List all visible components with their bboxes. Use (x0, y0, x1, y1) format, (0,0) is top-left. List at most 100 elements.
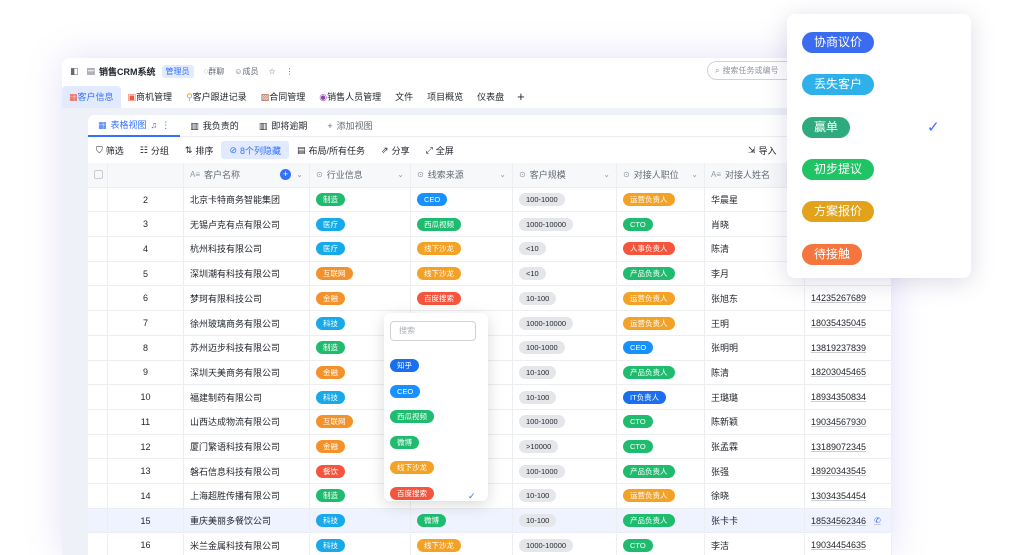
group-chat-link[interactable]: ◌群聊 (204, 66, 225, 77)
table-row[interactable]: 12 厦门繁语科技有限公司 金融 >10000 CTO 张孟霖 13189072345 (88, 434, 892, 460)
add-view-button[interactable]: + 添加视图 (317, 115, 382, 137)
tag-pill: 10-100 (519, 489, 557, 503)
stage-option[interactable]: 丢失客户 (802, 74, 875, 96)
table-row[interactable]: 6 梦珂有限科技公司 金融 百度搜索 10-100 运营负责人 张旭东 14235267689 (88, 286, 892, 312)
dropdown-option[interactable]: 知乎 (390, 355, 419, 373)
header-cell-chk (88, 163, 108, 187)
cell-name: 无锡卢克有点有限公司 (184, 212, 310, 237)
star-icon[interactable]: ☆ (268, 67, 275, 76)
table-row[interactable]: 10 福建制药有限公司 科技 10-100 IT负责人 王璐璐 18934350834 (88, 385, 892, 410)
cell-ind: 科技 (310, 533, 411, 555)
column-header-label[interactable]: 客户名称 (204, 168, 240, 181)
cell-chk (88, 360, 108, 385)
sidebar-toggle-icon[interactable]: ◧ (70, 66, 79, 77)
tab-mine[interactable]: ▥ 我负责的 (180, 115, 249, 137)
tag-pill: 互联网 (316, 267, 353, 281)
more-icon[interactable]: ⋮ (286, 67, 294, 76)
tag-pill: 100-1000 (519, 193, 565, 207)
table-row[interactable]: 8 苏州迈步科技有限公司 制造 100-1000 CEO 张明明 13819237839 (88, 335, 892, 361)
menu-customer-info[interactable]: ▦客户信息 (62, 86, 121, 108)
column-header-label[interactable]: 线索来源 (428, 168, 464, 181)
cell-contact: 张强 (705, 459, 805, 484)
table-row[interactable]: 15 重庆美丽多餐饮公司 科技 微博 10-100 产品负责人 张卡卡 18534562346… (88, 508, 892, 534)
dropdown-option[interactable]: 线下沙龙 (390, 457, 434, 475)
tag-pill: 100-1000 (519, 415, 565, 429)
tag-pill: 100-1000 (519, 464, 565, 478)
column-header-label[interactable]: 客户规模 (530, 168, 566, 181)
tab-due-soon[interactable]: ▥ 即将逾期 (249, 115, 318, 137)
cell-name: 福建制药有限公司 (184, 385, 310, 409)
table-row[interactable]: 2 北京卡特商务智能集团 制造 CEO 100-1000 运营负责人 华晨星 (88, 187, 892, 213)
table-icon: ▦ (98, 119, 107, 130)
table-row[interactable]: 13 磐石信息科技有限公司 餐饮 100-1000 产品负责人 张强 18920343545 (88, 459, 892, 485)
hidden-columns-button[interactable]: ⊘ 8个列隐藏 (221, 141, 289, 159)
cell-size: 100-1000 (513, 459, 617, 484)
layout-button[interactable]: ▤ 布局/所有任务 (289, 144, 373, 157)
table-row[interactable]: 3 无锡卢克有点有限公司 医疗 西瓜视频 1000-10000 CTO 肖晓 (88, 212, 892, 238)
dropdown-search-input[interactable]: 搜索 (390, 321, 476, 341)
table-row[interactable]: 4 杭州科技有限公司 医疗 线下沙龙 <10 人事负责人 陈清 (88, 237, 892, 262)
menu-followup[interactable]: ⚲客户跟进记录 (179, 86, 254, 108)
stage-option[interactable]: 协商议价 (802, 32, 875, 53)
cell-name: 米兰金属科技有限公司 (184, 533, 310, 555)
menu-contract[interactable]: ▨合同管理 (254, 86, 313, 108)
menu-overview[interactable]: 项目概览 (420, 86, 470, 108)
group-button[interactable]: ☷ 分组 (132, 144, 177, 157)
cell-contact: 张卡卡 (705, 508, 805, 533)
column-type-icon: ⊙ (519, 170, 526, 180)
cell-phone: 18035435045 (805, 311, 892, 335)
chevron-down-icon[interactable]: ⌄ (691, 170, 698, 179)
table-row[interactable]: 9 深圳天美商务有限公司 金融 10-100 产品负责人 陈清 18203045465 (88, 360, 892, 386)
cell-chk (88, 237, 108, 261)
cell-chk (88, 410, 108, 434)
add-module-button[interactable]: + (511, 86, 531, 108)
table-row[interactable]: 14 上海超胜传播有限公司 制造 10-100 运营负责人 徐晓 13034354454 (88, 484, 892, 509)
cell-size: <10 (513, 261, 617, 286)
table-row[interactable]: 16 米兰金属科技有限公司 科技 线下沙龙 1000-10000 CTO 李洁 1903445… (88, 533, 892, 555)
fullscreen-button[interactable]: ⤢ 全屏 (418, 144, 462, 157)
select-all-checkbox[interactable] (94, 170, 103, 180)
cell-contact: 徐晓 (705, 484, 805, 508)
chevron-down-icon[interactable]: ⌄ (603, 170, 610, 179)
stage-option[interactable]: 初步提议 (802, 158, 875, 180)
phone-icon[interactable]: ✆ (874, 516, 881, 525)
menu-files[interactable]: 文件 (388, 86, 420, 108)
import-button[interactable]: ⇲ 导入 (740, 144, 785, 157)
stage-option[interactable]: 待接触 (802, 243, 863, 265)
column-type-icon: ⊙ (316, 170, 323, 180)
source-dropdown: 搜索 知乎 CEO 西瓜视频 微博 线下沙龙 百度搜索 ✓ (384, 313, 488, 501)
table-row[interactable]: 5 深圳潮有科技有限公司 互联网 线下沙龙 <10 产品负责人 李月 (88, 261, 892, 287)
column-header-label[interactable]: 行业信息 (327, 168, 363, 181)
dropdown-option[interactable]: 百度搜索 (390, 483, 434, 501)
tag-pill: 产品负责人 (623, 514, 675, 528)
cell-size: 10-100 (513, 508, 617, 533)
menu-dashboard[interactable]: 仪表盘 (470, 86, 511, 108)
dropdown-option[interactable]: 西瓜视频 (390, 406, 434, 424)
cell-size: 10-100 (513, 385, 617, 409)
column-header-label[interactable]: 对接人职位 (634, 168, 679, 181)
menu-opportunity[interactable]: ▣商机管理 (121, 86, 180, 108)
menu-sales-staff[interactable]: ◉销售人员管理 (312, 86, 388, 108)
cell-phone: 18920343545 (805, 459, 892, 484)
dropdown-option[interactable]: 微博 (390, 432, 419, 450)
members-link[interactable]: ☺成员 (234, 66, 258, 77)
cell-src: 百度搜索 (411, 286, 513, 311)
chevron-down-icon[interactable]: ⌄ (397, 170, 404, 179)
column-header-label[interactable]: 对接人姓名 (725, 168, 770, 181)
dropdown-option[interactable]: CEO (390, 381, 421, 399)
table-row[interactable]: 11 山西达成物流有限公司 互联网 100-1000 CTO 陈新颖 19034567930 (88, 410, 892, 435)
tag-pill: 线下沙龙 (417, 242, 461, 256)
stage-option[interactable]: 赢单 (802, 116, 851, 138)
tag-pill: 10-100 (519, 365, 557, 379)
chevron-down-icon[interactable]: ⌄ (296, 170, 303, 179)
tab-table-view[interactable]: ▦ 表格视图 ♫ ⋮ (88, 115, 181, 137)
stage-option[interactable]: 方案报价 (802, 201, 875, 223)
add-column-button[interactable]: + (280, 169, 291, 181)
tag-pill: 互联网 (316, 415, 353, 429)
sort-button[interactable]: ⇅ 排序 (177, 144, 222, 157)
filter-button[interactable]: ⛉ 筛选 (88, 144, 132, 157)
tag-pill: 西瓜视频 (417, 217, 461, 231)
share-button[interactable]: ⇗ 分享 (373, 144, 418, 157)
table-row[interactable]: 7 徐州玻璃商务有限公司 科技 1000-10000 运营负责人 王明 1803543504… (88, 311, 892, 336)
chevron-down-icon[interactable]: ⌄ (499, 170, 506, 179)
